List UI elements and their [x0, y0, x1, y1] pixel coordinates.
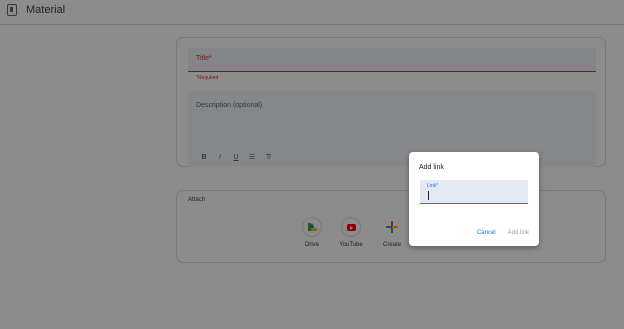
text-cursor: [428, 191, 429, 200]
link-field[interactable]: Link*: [420, 180, 528, 204]
link-field-label: Link*: [427, 183, 439, 189]
dialog-actions: Cancel Add link: [477, 230, 529, 236]
cancel-button[interactable]: Cancel: [477, 230, 496, 236]
link-input[interactable]: [426, 190, 522, 200]
dialog-title: Add link: [419, 164, 444, 171]
add-link-button[interactable]: Add link: [508, 230, 529, 236]
add-link-dialog: Add link Link* Cancel Add link: [409, 152, 539, 246]
